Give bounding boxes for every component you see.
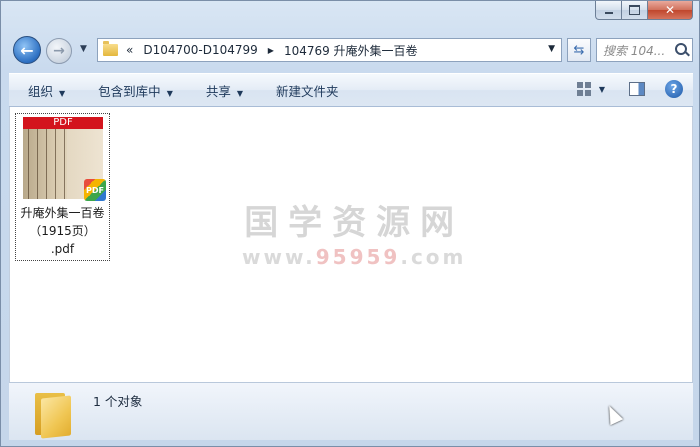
chevron-right-icon[interactable]: ▶ — [268, 46, 274, 55]
chevron-down-icon: ▼ — [166, 88, 173, 98]
watermark-title: 国学资源网 — [244, 203, 465, 243]
organize-menu[interactable]: 组织 ▼ — [9, 81, 79, 100]
share-menu[interactable]: 共享 ▼ — [187, 81, 257, 100]
explorer-window: ✕ ← → ▼ « D104700-D104799 ▶ 104769 升庵外集一… — [0, 0, 700, 447]
new-folder-button[interactable]: 新建文件夹 — [257, 81, 353, 100]
watermark: 国学资源网 www.95959.com — [242, 195, 466, 269]
maximize-button[interactable] — [622, 1, 648, 20]
change-view-icon[interactable] — [576, 82, 591, 96]
search-placeholder: 搜索 104... — [603, 43, 666, 58]
file-thumbnail: PDF PDF — [23, 117, 106, 201]
file-name: 升庵外集一百卷 （1915页） .pdf — [16, 204, 109, 258]
command-bar: 组织 ▼ 包含到库中 ▼ 共享 ▼ 新建文件夹 ▼ ? — [9, 73, 693, 107]
item-count: 1 个对象 — [93, 394, 143, 409]
address-dropdown-icon[interactable]: ▼ — [548, 44, 555, 54]
file-list[interactable]: 国学资源网 www.95959.com PDF PDF 升庵外集一百卷 （191… — [9, 107, 693, 382]
file-name-line: 升庵外集一百卷 — [20, 206, 105, 220]
minimize-button[interactable] — [595, 1, 622, 20]
watermark-url-prefix: www. — [242, 245, 316, 269]
thumbnail-header: PDF — [23, 117, 103, 129]
maximize-icon — [629, 5, 640, 15]
include-in-library-menu[interactable]: 包含到库中 ▼ — [79, 81, 187, 100]
file-item-pdf[interactable]: PDF PDF 升庵外集一百卷 （1915页） .pdf — [15, 113, 110, 261]
watermark-url-number: 95959 — [315, 245, 401, 269]
close-button[interactable]: ✕ — [648, 1, 693, 20]
back-button[interactable]: ← — [13, 36, 41, 64]
breadcrumb-overflow[interactable]: « — [126, 43, 133, 57]
breadcrumb-item-parent[interactable]: D104700-D104799 — [143, 43, 257, 57]
caption-buttons: ✕ — [595, 1, 693, 20]
forward-button[interactable]: → — [46, 38, 72, 64]
chevron-down-icon: ▼ — [236, 88, 244, 98]
help-icon[interactable]: ? — [665, 80, 683, 98]
preview-pane-icon[interactable] — [629, 82, 645, 96]
folder-icon — [103, 41, 118, 56]
include-in-library-label: 包含到库中 — [98, 83, 161, 99]
breadcrumb-item-current[interactable]: 104769 升庵外集一百卷 — [284, 42, 418, 59]
folder-icon — [31, 387, 75, 439]
minimize-icon — [604, 12, 613, 14]
new-folder-label: 新建文件夹 — [276, 83, 339, 99]
file-name-line: （1915页） — [29, 224, 96, 238]
address-bar[interactable]: « D104700-D104799 ▶ 104769 升庵外集一百卷 ▼ — [97, 38, 562, 62]
refresh-icon: ⇆ — [573, 42, 585, 58]
watermark-url: www.95959.com — [242, 245, 466, 269]
navigation-bar: ← → ▼ « D104700-D104799 ▶ 104769 升庵外集一百卷… — [9, 34, 693, 66]
view-options-dropdown[interactable]: ▼ — [599, 85, 605, 94]
recent-pages-dropdown[interactable]: ▼ — [80, 44, 87, 54]
arrow-right-icon: → — [53, 43, 65, 59]
refresh-button[interactable]: ⇆ — [567, 38, 591, 62]
arrow-left-icon: ← — [20, 40, 34, 60]
chevron-down-icon: ▼ — [59, 88, 66, 98]
share-label: 共享 — [205, 83, 231, 99]
search-icon — [675, 43, 687, 55]
watermark-url-suffix: .com — [400, 245, 467, 269]
file-name-line: .pdf — [50, 242, 75, 256]
close-icon: ✕ — [664, 3, 676, 17]
search-input[interactable]: 搜索 104... — [596, 38, 693, 62]
command-bar-right: ▼ ? — [576, 80, 683, 98]
organize-label: 组织 — [28, 83, 54, 99]
pdf-icon: PDF — [84, 179, 106, 201]
details-pane: 1 个对象 — [9, 382, 693, 440]
mouse-cursor-icon — [602, 402, 624, 426]
